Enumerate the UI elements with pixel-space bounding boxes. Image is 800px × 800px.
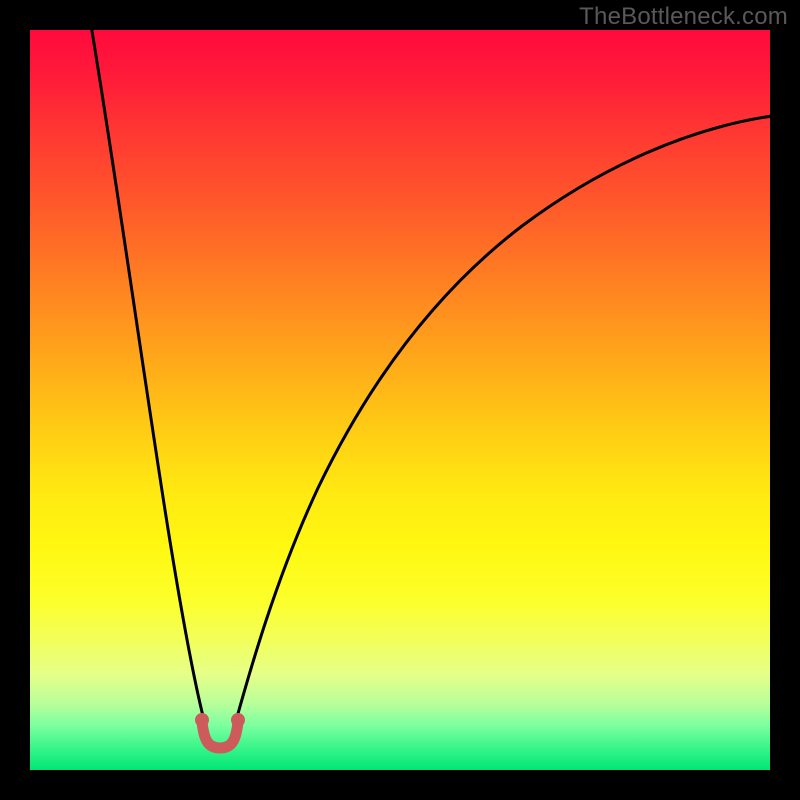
plot-area bbox=[30, 30, 770, 770]
chart-canvas: TheBottleneck.com bbox=[0, 0, 800, 800]
left-curve bbox=[91, 30, 206, 728]
right-curve bbox=[234, 116, 770, 728]
notch-dot-left bbox=[195, 713, 209, 727]
notch-dot-right bbox=[231, 713, 245, 727]
watermark-text: TheBottleneck.com bbox=[579, 3, 788, 31]
curve-overlay bbox=[30, 30, 770, 770]
notch-marker bbox=[202, 722, 238, 748]
